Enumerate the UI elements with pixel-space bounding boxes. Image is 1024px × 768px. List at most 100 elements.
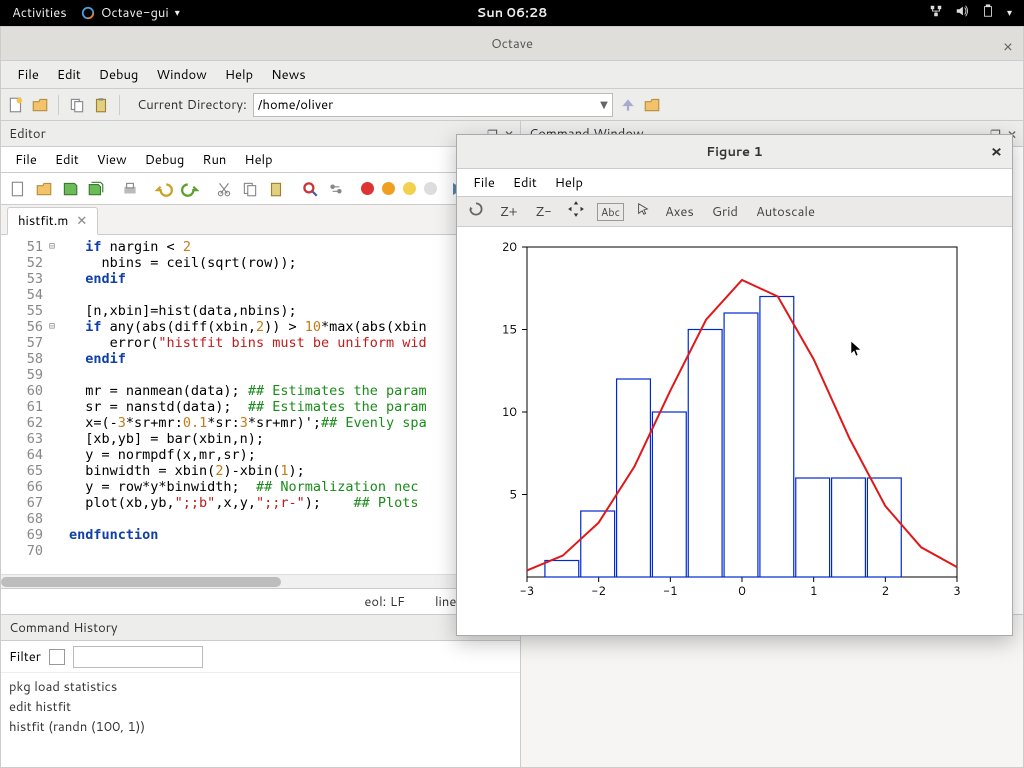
stop-icon[interactable]: [424, 182, 437, 195]
autoscale-button[interactable]: Autoscale: [753, 201, 818, 223]
command-history-panel: Command History Filter pkg load statisti…: [1, 615, 521, 767]
step-icon[interactable]: [382, 182, 395, 195]
zoom-out-button[interactable]: Z-: [533, 201, 555, 223]
fig-menu-edit[interactable]: Edit: [505, 171, 545, 195]
dir-label: Current Directory:: [137, 96, 247, 114]
pan-icon[interactable]: [567, 200, 585, 223]
filter-checkbox[interactable]: [49, 649, 65, 665]
svg-text:10: 10: [502, 403, 517, 420]
open-file-icon[interactable]: [31, 96, 49, 114]
window-titlebar: Octave ×: [1, 27, 1023, 61]
menu-edit[interactable]: Edit: [49, 62, 89, 88]
mouse-cursor: [850, 340, 862, 358]
figure-menubar: File Edit Help: [457, 169, 1012, 197]
editor-menubar: File Edit View Debug Run Help: [1, 147, 520, 173]
filter-label: Filter: [9, 648, 41, 666]
network-icon[interactable]: [929, 4, 943, 23]
app-menu[interactable]: Octave-gui ▾: [81, 4, 180, 22]
activities-button[interactable]: Activities: [12, 4, 67, 22]
paste2-icon[interactable]: [267, 180, 285, 198]
current-directory-value: /home/oliver: [258, 96, 333, 114]
editor-tabbar: histfit.m ✕: [1, 205, 520, 235]
print-icon[interactable]: [121, 180, 139, 198]
h-scrollbar[interactable]: [1, 574, 520, 588]
app-menu-label: Octave-gui: [101, 4, 169, 22]
editor-panel: Editor ❐ ✕ File Edit View Debug Run Help: [1, 121, 521, 615]
history-item[interactable]: pkg load statistics: [9, 677, 512, 697]
main-menubar: File Edit Debug Window Help News: [1, 61, 1023, 89]
figure-title: Figure 1: [706, 143, 763, 161]
zoom-in-button[interactable]: Z+: [497, 201, 521, 223]
copy-icon[interactable]: [68, 96, 86, 114]
editor-menu-run[interactable]: Run: [194, 149, 234, 171]
open-script-icon[interactable]: [35, 180, 53, 198]
code-editor[interactable]: 5152535455565758596061626364656667686970…: [1, 235, 520, 574]
editor-menu-view[interactable]: View: [89, 149, 135, 171]
breakpoint-icon[interactable]: [361, 182, 374, 195]
axes-button[interactable]: Axes: [662, 201, 697, 223]
dir-up-icon[interactable]: [619, 96, 637, 114]
new-script-icon[interactable]: [9, 180, 27, 198]
svg-text:-3: -3: [520, 582, 535, 599]
figure-close-button[interactable]: ×: [991, 140, 1002, 163]
saveall-icon[interactable]: [87, 180, 105, 198]
figure-toolbar: Z+ Z- Abc Axes Grid Autoscale: [457, 197, 1012, 227]
figure-titlebar: Figure 1 ×: [457, 135, 1012, 169]
chevron-down-icon: ▾: [175, 6, 180, 20]
octave-icon: [81, 6, 95, 20]
system-menu-chevron-icon[interactable]: ▾: [1007, 6, 1012, 20]
svg-text:-2: -2: [591, 582, 606, 599]
volume-icon[interactable]: [955, 4, 969, 23]
menu-news[interactable]: News: [263, 62, 314, 88]
window-close-button[interactable]: ×: [1003, 35, 1013, 58]
text-icon[interactable]: Abc: [597, 203, 624, 221]
menu-help[interactable]: Help: [217, 62, 261, 88]
menu-debug[interactable]: Debug: [91, 62, 147, 88]
gnome-topbar: Activities Octave-gui ▾ Sun 06:28 ▾: [0, 0, 1024, 26]
plot-canvas[interactable]: -3 -2 -1 0 1 2 3 5 10 15 20: [457, 227, 1012, 633]
editor-menu-edit[interactable]: Edit: [47, 149, 87, 171]
cut-icon[interactable]: [215, 180, 233, 198]
tab-close-icon[interactable]: ✕: [76, 212, 87, 230]
filter-input[interactable]: [73, 646, 203, 668]
battery-icon[interactable]: [981, 4, 995, 23]
svg-text:-1: -1: [663, 582, 678, 599]
editor-menu-debug[interactable]: Debug: [137, 149, 193, 171]
select-icon[interactable]: [636, 202, 650, 221]
fig-menu-help[interactable]: Help: [547, 171, 591, 195]
paste-icon[interactable]: [92, 96, 110, 114]
new-file-icon[interactable]: [7, 96, 25, 114]
editor-menu-file[interactable]: File: [7, 149, 45, 171]
browse-folder-icon[interactable]: [643, 96, 661, 114]
svg-text:20: 20: [502, 238, 517, 255]
replace-icon[interactable]: [327, 180, 345, 198]
menu-window[interactable]: Window: [148, 62, 214, 88]
editor-menu-help[interactable]: Help: [236, 149, 280, 171]
file-tab-histfit[interactable]: histfit.m ✕: [7, 207, 98, 235]
svg-text:15: 15: [502, 321, 517, 338]
history-item[interactable]: edit histfit: [9, 697, 512, 717]
save-icon[interactable]: [61, 180, 79, 198]
undo-icon[interactable]: [155, 180, 173, 198]
current-directory-input[interactable]: /home/oliver ▼: [253, 93, 613, 117]
svg-text:3: 3: [953, 582, 961, 599]
continue-icon[interactable]: [403, 182, 416, 195]
svg-text:2: 2: [882, 582, 890, 599]
svg-text:0: 0: [738, 582, 746, 599]
history-item[interactable]: histfit (randn (100, 1)): [9, 717, 512, 737]
window-title: Octave: [491, 35, 533, 53]
clock[interactable]: Sun 06:28: [477, 4, 548, 22]
find-icon[interactable]: [301, 180, 319, 198]
grid-button[interactable]: Grid: [709, 201, 741, 223]
chevron-down-icon[interactable]: ▼: [600, 98, 608, 112]
rotate-icon[interactable]: [467, 200, 485, 223]
figure-window: Figure 1 × File Edit Help Z+ Z- Abc Axes…: [456, 134, 1013, 636]
redo-icon[interactable]: [181, 180, 199, 198]
history-list[interactable]: pkg load statisticsedit histfithistfit (…: [1, 673, 520, 741]
fig-menu-file[interactable]: File: [465, 171, 503, 195]
copy2-icon[interactable]: [241, 180, 259, 198]
svg-text:1: 1: [810, 582, 818, 599]
menu-file[interactable]: File: [9, 62, 47, 88]
history-panel-title: Command History: [1, 615, 520, 641]
svg-text:5: 5: [509, 486, 517, 503]
